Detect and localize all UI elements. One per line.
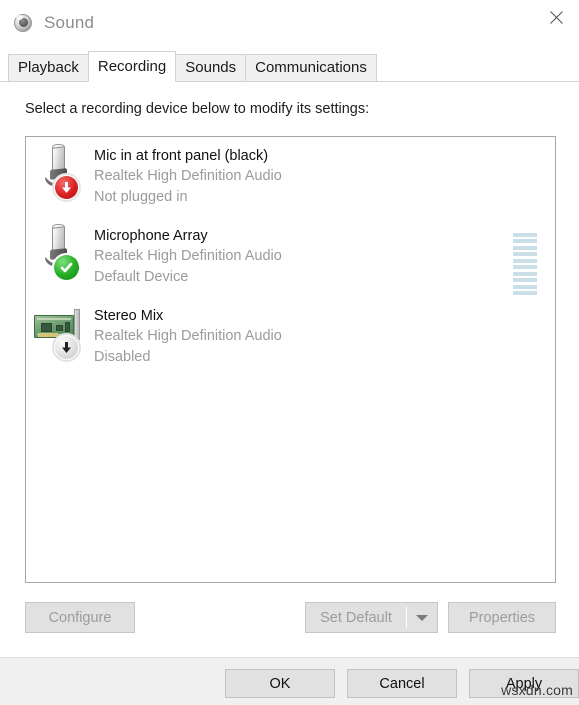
meter-segment — [513, 278, 537, 283]
cancel-button[interactable]: Cancel — [347, 669, 457, 698]
gray-down-arrow-icon — [52, 333, 81, 362]
meter-segment — [513, 290, 537, 295]
red-down-arrow-icon — [52, 173, 81, 202]
tab-playback[interactable]: Playback — [8, 54, 89, 82]
ok-button[interactable]: OK — [225, 669, 335, 698]
device-name: Microphone Array — [94, 228, 208, 244]
list-item[interactable]: Mic in at front panel (black) Realtek Hi… — [26, 137, 555, 217]
device-status: Not plugged in — [94, 189, 188, 205]
speaker-icon — [12, 12, 34, 34]
meter-segment — [513, 245, 537, 250]
window-title: Sound — [44, 12, 95, 32]
watermark: wsxdn.com — [501, 682, 573, 698]
tab-sounds[interactable]: Sounds — [175, 54, 247, 82]
instruction-label: Select a recording device below to modif… — [25, 101, 370, 117]
device-driver: Realtek High Definition Audio — [94, 168, 282, 184]
tab-recording[interactable]: Recording — [87, 51, 177, 82]
meter-segment — [513, 265, 537, 270]
meter-segment — [513, 258, 537, 263]
device-name: Stereo Mix — [94, 308, 164, 324]
chevron-down-icon — [416, 614, 428, 621]
volume-level-meter — [513, 233, 537, 295]
device-driver: Realtek High Definition Audio — [94, 328, 282, 344]
tab-communications[interactable]: Communications — [245, 54, 377, 82]
set-default-dropdown-button[interactable] — [407, 603, 437, 632]
green-check-icon — [52, 253, 81, 282]
meter-segment — [513, 233, 537, 237]
device-icon — [32, 144, 94, 215]
device-status: Disabled — [94, 349, 151, 365]
meter-segment — [513, 252, 537, 257]
device-icon — [32, 224, 94, 295]
configure-button[interactable]: Configure — [25, 602, 135, 633]
meter-segment — [513, 271, 537, 276]
set-default-split-button[interactable]: Set Default — [305, 602, 438, 633]
device-driver: Realtek High Definition Audio — [94, 248, 282, 264]
meter-segment — [513, 284, 537, 289]
dialog-footer: OK Cancel Apply — [0, 657, 579, 705]
dialog-body: Select a recording device below to modif… — [0, 82, 579, 657]
set-default-button[interactable]: Set Default — [306, 603, 406, 632]
title-bar: Sound — [0, 0, 579, 45]
list-item[interactable]: Stereo Mix Realtek High Definition Audio… — [26, 297, 555, 377]
tab-strip: Playback Recording Sounds Communications — [0, 51, 579, 82]
device-name: Mic in at front panel (black) — [94, 148, 269, 164]
recording-device-list[interactable]: Mic in at front panel (black) Realtek Hi… — [25, 136, 556, 583]
device-status: Default Device — [94, 269, 189, 285]
close-button[interactable] — [533, 0, 579, 34]
meter-segment — [513, 239, 537, 244]
device-icon — [32, 305, 94, 375]
properties-button[interactable]: Properties — [448, 602, 556, 633]
close-icon — [549, 10, 563, 24]
list-item[interactable]: Microphone Array Realtek High Definition… — [26, 217, 555, 297]
